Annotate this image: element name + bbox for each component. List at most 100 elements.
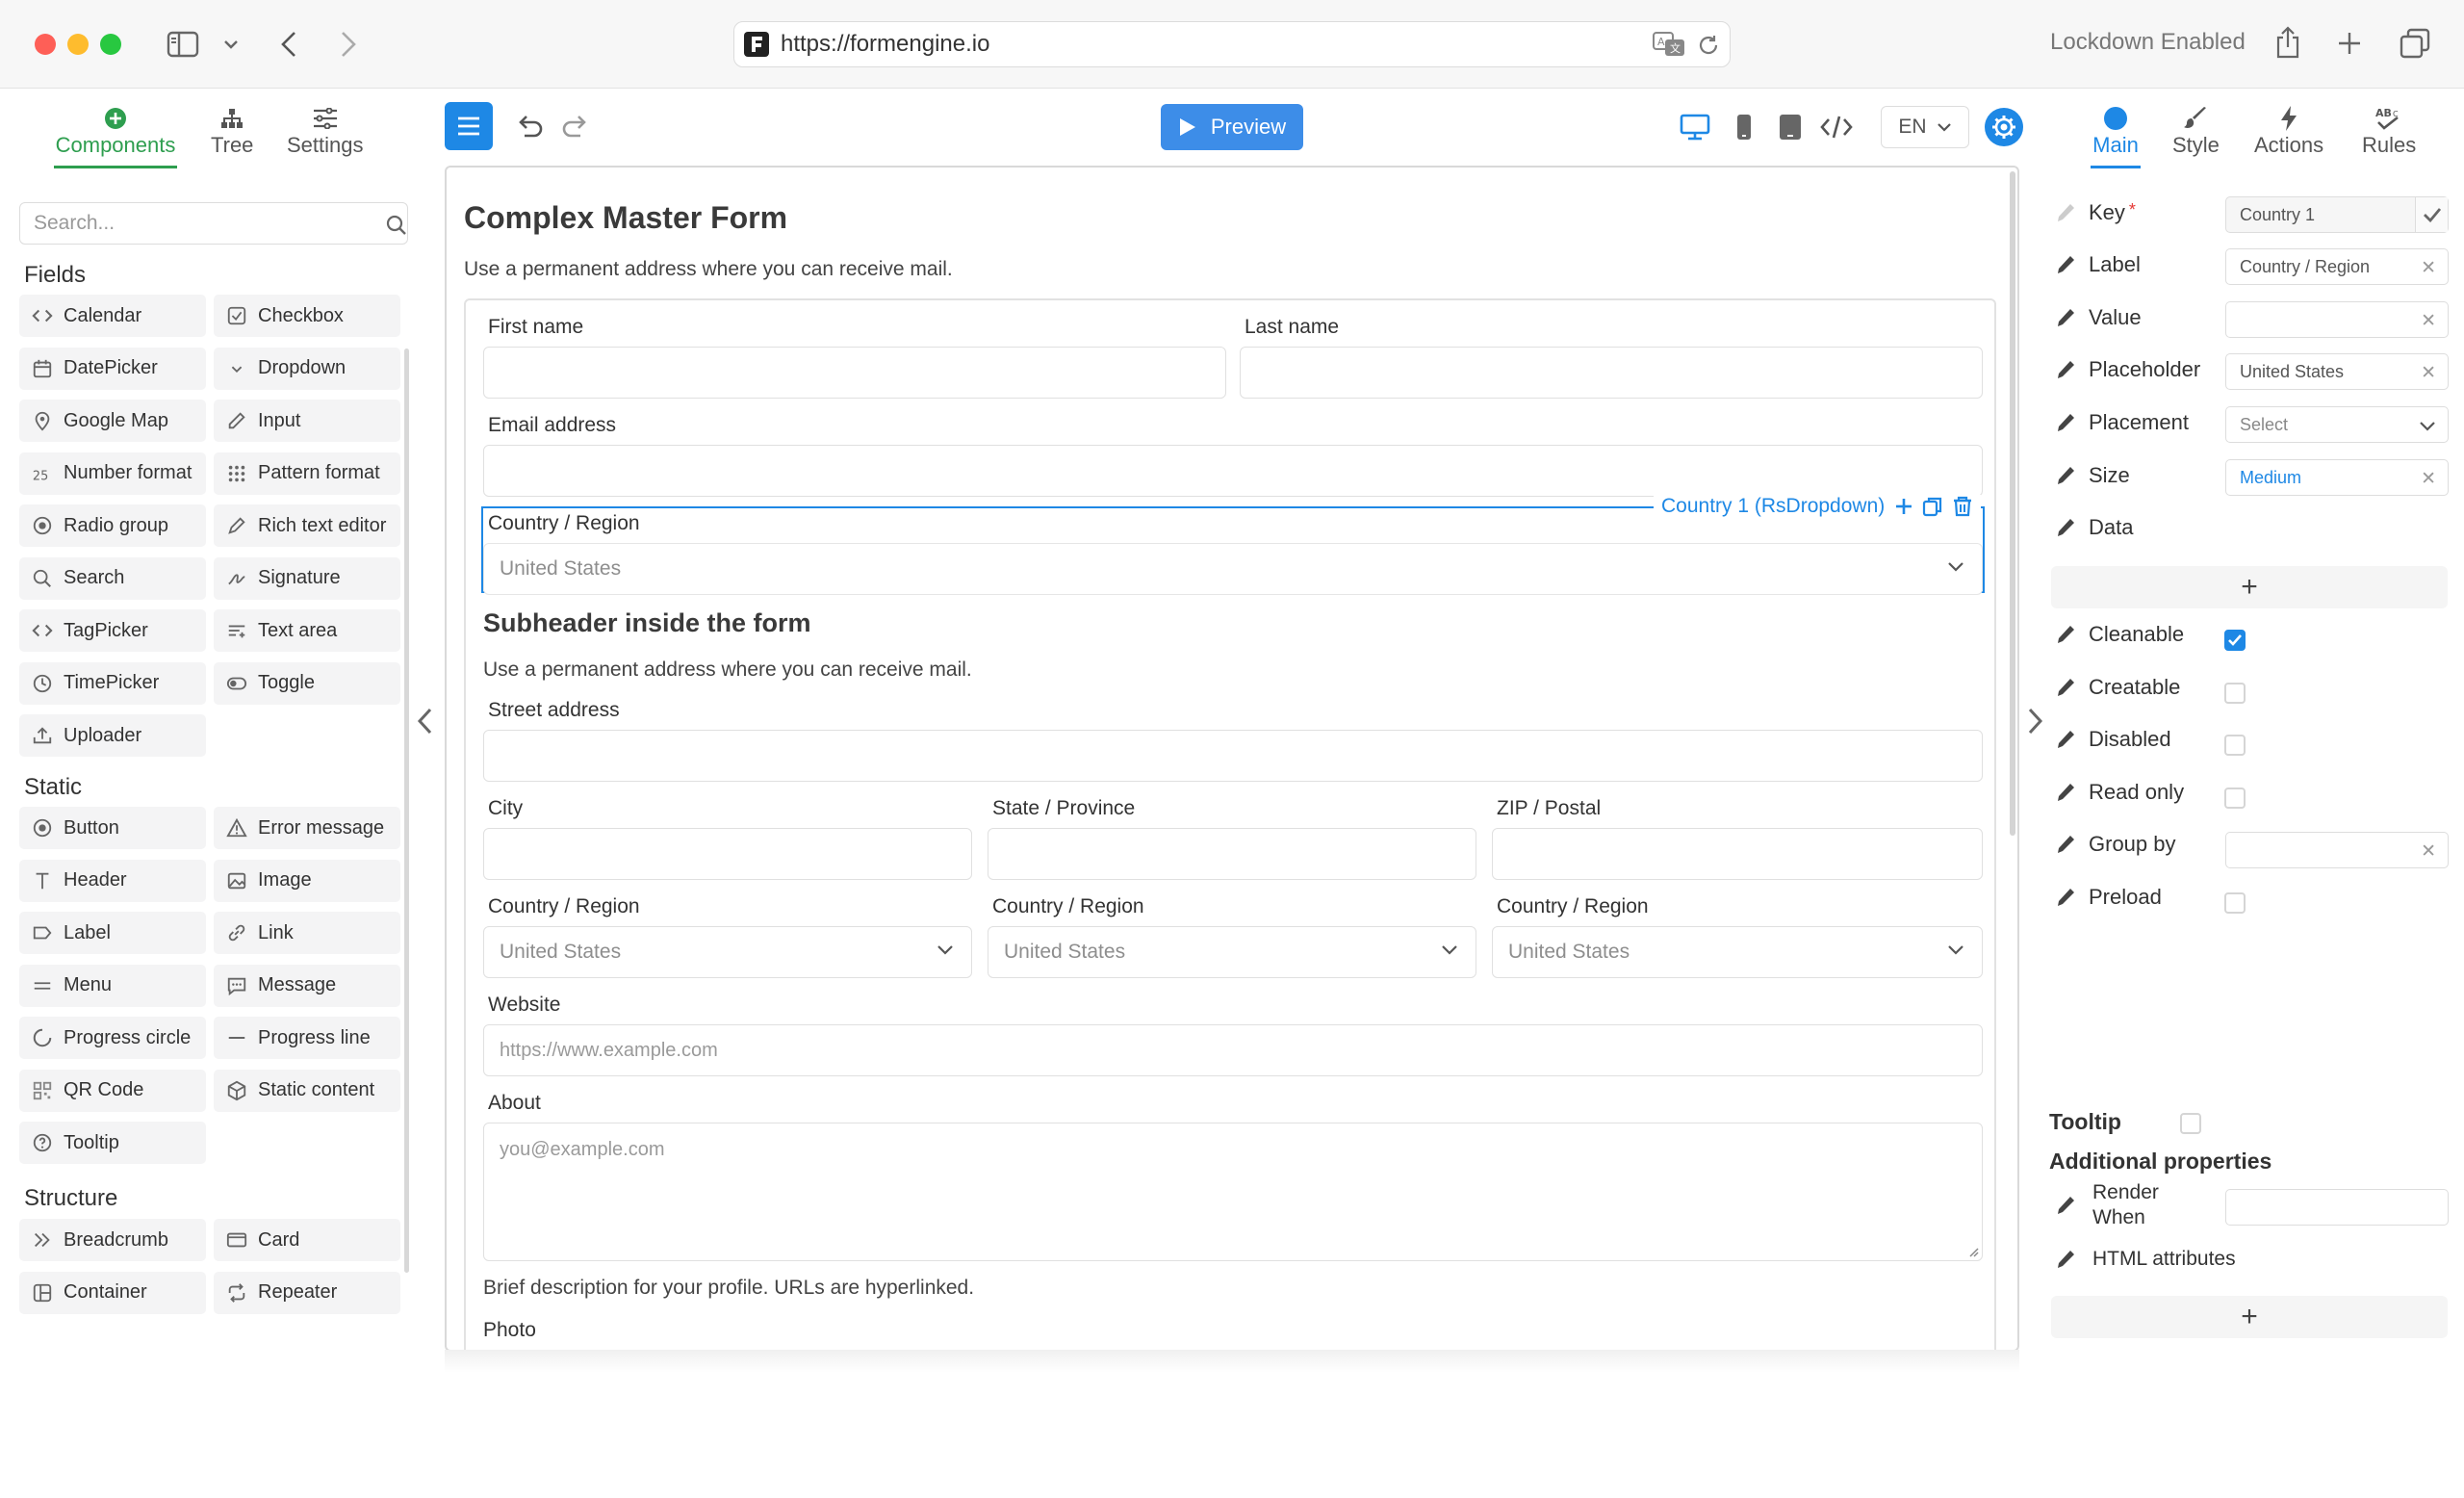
tab-main[interactable]: Main	[2091, 104, 2141, 168]
component-calendar[interactable]: Calendar	[19, 295, 206, 337]
email-field[interactable]	[483, 445, 1983, 497]
confirm-key-button[interactable]	[2415, 197, 2448, 232]
add-data-button[interactable]: +	[2051, 566, 2448, 608]
tablet-view-icon[interactable]	[1777, 112, 1804, 142]
component-signature[interactable]: Signature	[214, 556, 400, 600]
component-uploader[interactable]: Uploader	[19, 714, 206, 757]
component-tooltip[interactable]: Tooltip	[19, 1122, 206, 1164]
group-by-field[interactable]: ✕	[2225, 832, 2449, 868]
component-progress-circle[interactable]: Progress circle	[19, 1017, 206, 1059]
component-link[interactable]: Link	[214, 912, 400, 954]
component-text-area[interactable]: Text area	[214, 609, 400, 652]
chevron-down-icon[interactable]	[221, 33, 241, 56]
canvas-scrollbar[interactable]	[2010, 171, 2015, 836]
tab-rules[interactable]: AB C Rules	[2362, 104, 2416, 158]
render-when-field[interactable]	[2225, 1189, 2449, 1226]
disabled-checkbox[interactable]	[2224, 735, 2246, 756]
translate-icon[interactable]: A文	[1653, 32, 1685, 57]
component-tagpicker[interactable]: TagPicker	[19, 609, 206, 652]
preview-button[interactable]: Preview	[1161, 104, 1303, 150]
read-only-checkbox[interactable]	[2224, 788, 2246, 809]
component-checkbox[interactable]: Checkbox	[214, 295, 400, 337]
component-search[interactable]: Search	[19, 556, 206, 600]
clear-icon[interactable]: ✕	[2421, 840, 2436, 863]
country-dropdown[interactable]: United States	[483, 543, 1983, 595]
share-icon[interactable]	[2273, 25, 2302, 60]
tab-overview-icon[interactable]	[2399, 27, 2431, 60]
collapse-left-panel-icon[interactable]	[416, 707, 435, 736]
add-attribute-button[interactable]: +	[2051, 1296, 2448, 1338]
mobile-view-icon[interactable]	[1732, 112, 1756, 142]
tab-actions[interactable]: Actions	[2254, 104, 2323, 158]
tooltip-checkbox[interactable]	[2180, 1113, 2201, 1134]
component-menu[interactable]: Menu	[19, 964, 206, 1007]
preload-checkbox[interactable]	[2224, 892, 2246, 914]
country-dropdown[interactable]: United States	[483, 926, 972, 978]
clear-icon[interactable]: ✕	[2421, 257, 2436, 279]
component-input[interactable]: Input	[214, 400, 400, 442]
key-field[interactable]: Country 1	[2225, 196, 2449, 233]
component-breadcrumb[interactable]: Breadcrumb	[19, 1219, 206, 1261]
tab-tree[interactable]: Tree	[211, 104, 253, 158]
component-container[interactable]: Container	[19, 1271, 206, 1314]
clear-icon[interactable]: ✕	[2421, 468, 2436, 490]
language-select[interactable]: EN	[1881, 106, 1969, 148]
code-view-icon[interactable]	[1819, 112, 1854, 142]
about-textarea[interactable]: you@example.com	[483, 1123, 1983, 1261]
zoom-window-button[interactable]	[100, 34, 121, 55]
desktop-view-icon[interactable]	[1679, 112, 1711, 142]
address-bar[interactable]: https://formengine.io A文	[733, 21, 1731, 67]
component-progress-line[interactable]: Progress line	[214, 1017, 400, 1059]
clear-icon[interactable]: ✕	[2421, 310, 2436, 332]
first-name-field[interactable]	[483, 347, 1226, 399]
component-repeater[interactable]: Repeater	[214, 1271, 400, 1314]
component-google-map[interactable]: Google Map	[19, 400, 206, 442]
cleanable-checkbox[interactable]	[2224, 630, 2246, 651]
close-window-button[interactable]	[35, 34, 56, 55]
component-timepicker[interactable]: TimePicker	[19, 661, 206, 705]
component-datepicker[interactable]: DatePicker	[19, 347, 206, 390]
placement-select[interactable]: Select	[2225, 406, 2449, 443]
website-field[interactable]: https://www.example.com	[483, 1024, 1983, 1076]
placeholder-field[interactable]: United States ✕	[2225, 353, 2449, 390]
redo-icon[interactable]	[558, 110, 593, 144]
component-radio-group[interactable]: Radio group	[19, 504, 206, 547]
search-input[interactable]: Search...	[19, 202, 408, 245]
label-field[interactable]: Country / Region ✕	[2225, 248, 2449, 285]
value-field[interactable]: ✕	[2225, 301, 2449, 338]
tab-settings[interactable]: Settings	[287, 104, 364, 158]
tab-components[interactable]: Components	[54, 104, 177, 168]
component-pattern-format[interactable]: Pattern format	[214, 452, 400, 495]
component-qr-code[interactable]: QR Code	[19, 1069, 206, 1112]
clear-icon[interactable]: ✕	[2421, 362, 2436, 384]
zip-field[interactable]	[1492, 828, 1983, 880]
component-toggle[interactable]: Toggle	[214, 661, 400, 705]
component-label[interactable]: Label	[19, 912, 206, 954]
undo-icon[interactable]	[512, 110, 547, 144]
new-tab-icon[interactable]	[2335, 29, 2364, 58]
component-number-format[interactable]: 25 Number format	[19, 452, 206, 495]
city-field[interactable]	[483, 828, 972, 880]
component-image[interactable]: Image	[214, 859, 400, 902]
component-dropdown[interactable]: Dropdown	[214, 347, 400, 390]
component-rich-text-editor[interactable]: Rich text editor	[214, 504, 400, 547]
size-select[interactable]: Medium ✕	[2225, 459, 2449, 496]
country-dropdown[interactable]: United States	[988, 926, 1476, 978]
left-scrollbar[interactable]	[404, 349, 409, 1273]
creatable-checkbox[interactable]	[2224, 683, 2246, 704]
last-name-field[interactable]	[1240, 347, 1983, 399]
minimize-window-button[interactable]	[67, 34, 89, 55]
theme-settings-button[interactable]	[1985, 108, 2023, 146]
component-message[interactable]: Message	[214, 964, 400, 1007]
sidebar-toggle-icon[interactable]	[164, 29, 202, 60]
component-static-content[interactable]: Static content	[214, 1069, 400, 1112]
country-dropdown[interactable]: United States	[1492, 926, 1983, 978]
back-icon[interactable]	[275, 29, 302, 60]
component-card[interactable]: Card	[214, 1219, 400, 1261]
street-field[interactable]	[483, 730, 1983, 782]
state-field[interactable]	[988, 828, 1476, 880]
component-error-message[interactable]: Error message	[214, 807, 400, 849]
reload-icon[interactable]	[1697, 34, 1720, 57]
menu-button[interactable]	[445, 102, 493, 150]
forward-icon[interactable]	[335, 29, 362, 60]
